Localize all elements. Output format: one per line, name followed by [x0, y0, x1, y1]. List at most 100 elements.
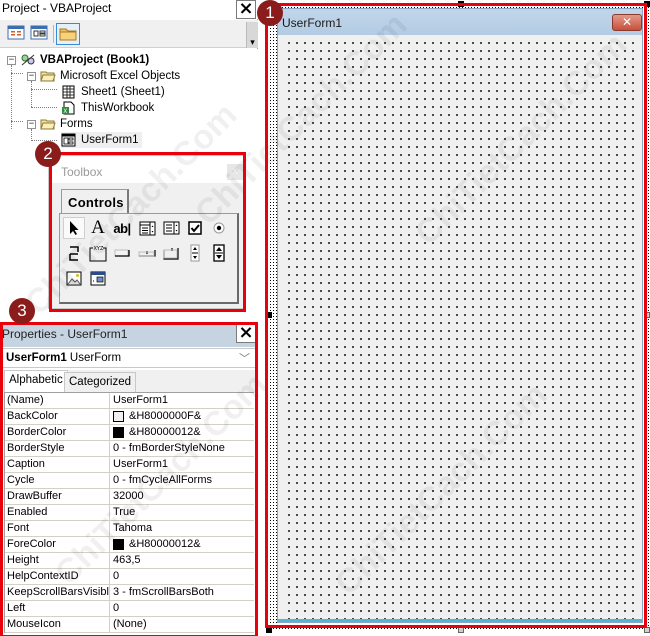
- property-name: Height: [5, 553, 110, 568]
- resize-handle-left[interactable]: [266, 312, 272, 318]
- scrollbar-tool[interactable]: [184, 242, 206, 264]
- property-row[interactable]: ForeColor &H80000012&: [5, 537, 254, 553]
- property-value[interactable]: 32000: [110, 489, 254, 504]
- property-row[interactable]: BorderStyle 0 - fmBorderStyleNone: [5, 441, 254, 457]
- property-value[interactable]: Tahoma: [110, 521, 254, 536]
- property-value-text: (None): [113, 618, 147, 630]
- userform-bottom-border: [278, 619, 642, 622]
- userform-design-grid[interactable]: [282, 36, 638, 619]
- property-value[interactable]: 463,5: [110, 553, 254, 568]
- property-row[interactable]: Left 0: [5, 601, 254, 617]
- frame-tool[interactable]: XYZ: [87, 242, 109, 264]
- worksheet-icon: [61, 85, 77, 99]
- color-swatch-icon: [113, 411, 124, 422]
- property-row[interactable]: DrawBuffer 32000: [5, 489, 254, 505]
- property-row[interactable]: Height 463,5: [5, 553, 254, 569]
- property-value[interactable]: &H8000000F&: [110, 409, 254, 424]
- collapse-toggle[interactable]: −: [27, 71, 36, 81]
- property-name: DrawBuffer: [5, 489, 110, 504]
- property-row[interactable]: (Name) UserForm1: [5, 393, 254, 409]
- listbox-icon: [163, 221, 179, 235]
- tab-alphabetic[interactable]: Alphabetic: [4, 370, 68, 392]
- refedit-tool[interactable]: [87, 267, 109, 289]
- property-value[interactable]: 0 - fmCycleAllForms: [110, 473, 254, 488]
- property-value[interactable]: &H80000012&: [110, 425, 254, 440]
- view-object-icon: [30, 25, 48, 40]
- userform-close-button[interactable]: ✕: [612, 14, 642, 31]
- resize-handle-top-right[interactable]: [644, 1, 650, 7]
- tree-item-userform1[interactable]: UserForm1: [61, 132, 142, 148]
- property-name: Left: [5, 601, 110, 616]
- label-tool[interactable]: A: [87, 217, 109, 239]
- tree-item-sheet1[interactable]: Sheet1 (Sheet1): [61, 84, 165, 100]
- property-value[interactable]: 0 - fmBorderStyleNone: [110, 441, 254, 456]
- spinbutton-tool[interactable]: [208, 242, 230, 264]
- toolbox-close-button[interactable]: x: [227, 164, 243, 180]
- toolbar-overflow-chevron[interactable]: ▾: [246, 22, 258, 48]
- resize-handle-bottom-right[interactable]: [644, 627, 650, 633]
- togglebutton-tool[interactable]: [63, 242, 85, 264]
- resize-handle-top[interactable]: [458, 1, 464, 7]
- checkbox-tool[interactable]: [184, 217, 206, 239]
- listbox-tool[interactable]: [160, 217, 182, 239]
- tree-item-vbaproject[interactable]: − VBAProject (Book1): [7, 52, 149, 68]
- property-value[interactable]: &H80000012&: [110, 537, 254, 552]
- property-value-text: 0 - fmCycleAllForms: [113, 474, 213, 486]
- toolbox-tab-controls[interactable]: Controls: [61, 189, 129, 213]
- resize-handle-right[interactable]: [644, 312, 650, 318]
- userform-designer: UserForm1 ✕: [259, 0, 650, 636]
- properties-tabs: Alphabetic Categorized: [0, 370, 258, 392]
- annotation-badge-1: 1: [257, 0, 283, 26]
- textbox-tool[interactable]: ab|: [111, 217, 133, 239]
- collapse-toggle[interactable]: −: [7, 55, 16, 65]
- image-tool[interactable]: [63, 267, 85, 289]
- toggle-folders-button[interactable]: [56, 23, 80, 45]
- property-value[interactable]: 0: [110, 601, 254, 616]
- property-name: BackColor: [5, 409, 110, 424]
- property-row[interactable]: Cycle 0 - fmCycleAllForms: [5, 473, 254, 489]
- object-selector-dropdown[interactable]: UserForm1 UserForm ﹀: [1, 348, 257, 368]
- vba-project-icon: [20, 53, 36, 67]
- tabstrip-tool[interactable]: [136, 242, 158, 264]
- tree-item-thisworkbook[interactable]: X ThisWorkbook: [61, 100, 154, 116]
- property-row[interactable]: Font Tahoma: [5, 521, 254, 537]
- collapse-toggle[interactable]: −: [27, 119, 36, 129]
- annotation-badge-2: 2: [35, 141, 61, 167]
- property-value[interactable]: (None): [110, 617, 254, 632]
- userform-canvas[interactable]: UserForm1 ✕: [277, 8, 643, 623]
- property-value[interactable]: True: [110, 505, 254, 520]
- property-name: Caption: [5, 457, 110, 472]
- properties-close-button[interactable]: ×: [236, 324, 256, 343]
- property-row[interactable]: Enabled True: [5, 505, 254, 521]
- resize-handle-bottom[interactable]: [458, 627, 464, 633]
- toolbar-separator: [53, 25, 54, 43]
- folder-open-icon: [40, 69, 56, 83]
- resize-handle-bottom-left[interactable]: [266, 627, 272, 633]
- optionbutton-tool[interactable]: [208, 217, 230, 239]
- folder-icon: [59, 28, 77, 41]
- toolbox-titlebar[interactable]: Toolbox x: [49, 156, 243, 183]
- multipage-tool[interactable]: [160, 242, 182, 264]
- commandbutton-tool[interactable]: [111, 242, 133, 264]
- project-explorer-close-button[interactable]: ×: [236, 0, 256, 19]
- property-value-text: 0 - fmBorderStyleNone: [113, 442, 225, 454]
- tab-categorized[interactable]: Categorized: [64, 372, 137, 392]
- select-objects-tool[interactable]: [63, 217, 85, 239]
- combobox-tool[interactable]: [136, 217, 158, 239]
- tree-item-forms[interactable]: − Forms: [27, 116, 93, 132]
- view-code-button[interactable]: [7, 25, 27, 42]
- view-object-button[interactable]: [30, 25, 50, 42]
- property-value[interactable]: 0: [110, 569, 254, 584]
- property-row[interactable]: BorderColor &H80000012&: [5, 425, 254, 441]
- property-row[interactable]: MouseIcon (None): [5, 617, 254, 633]
- property-row[interactable]: KeepScrollBarsVisible 3 - fmScrollBarsBot…: [5, 585, 254, 601]
- property-row[interactable]: HelpContextID 0: [5, 569, 254, 585]
- property-name: ForeColor: [5, 537, 110, 552]
- textbox-ab-icon: ab|: [113, 220, 131, 236]
- property-value[interactable]: 3 - fmScrollBarsBoth: [110, 585, 254, 600]
- tree-item-excel-objects[interactable]: − Microsoft Excel Objects: [27, 68, 180, 84]
- property-row[interactable]: BackColor &H8000000F&: [5, 409, 254, 425]
- property-value[interactable]: UserForm1: [110, 393, 254, 408]
- property-row[interactable]: Caption UserForm1: [5, 457, 254, 473]
- property-value[interactable]: UserForm1: [110, 457, 254, 472]
